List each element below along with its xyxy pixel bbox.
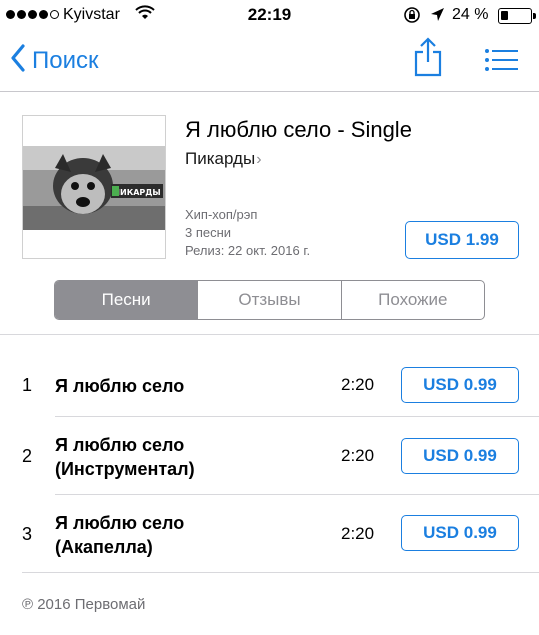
album-genre: Хип-хоп/рэп xyxy=(185,207,258,222)
track-number: 3 xyxy=(22,524,33,544)
track-row[interactable]: 2 Я люблю село (Инструментал) 2:20 USD 0… xyxy=(0,417,539,495)
album-track-count: 3 песни xyxy=(185,225,232,240)
track-title-line1: Я люблю село xyxy=(55,376,185,396)
location-arrow-icon xyxy=(430,7,445,27)
track-number: 2 xyxy=(22,446,33,466)
track-title-line2: (Инструментал) xyxy=(55,459,195,479)
dog-photo-image: ПИКАРДЫ xyxy=(23,116,165,258)
album-artwork[interactable]: ПИКАРДЫ xyxy=(22,115,166,259)
track-price-button[interactable]: USD 0.99 xyxy=(401,515,519,551)
tab-reviews[interactable]: Отзывы xyxy=(197,281,340,319)
tab-related[interactable]: Похожие xyxy=(340,281,484,319)
album-price-button[interactable]: USD 1.99 xyxy=(405,221,519,259)
share-icon xyxy=(412,37,444,82)
rotation-lock-icon xyxy=(403,6,421,29)
album-title: Я люблю село - Single xyxy=(185,117,412,142)
track-title: Я люблю село (Акапелла) xyxy=(55,511,184,559)
back-button-label: Поиск xyxy=(32,46,99,74)
track-row[interactable]: 1 Я люблю село 2:20 USD 0.99 xyxy=(0,349,539,421)
track-number: 1 xyxy=(22,375,33,395)
list-icon xyxy=(484,49,518,76)
track-row[interactable]: 3 Я люблю село (Акапелла) 2:20 USD 0.99 xyxy=(0,495,539,573)
track-title: Я люблю село (Инструментал) xyxy=(55,433,195,481)
row-divider xyxy=(22,572,539,573)
track-title-line2: (Акапелла) xyxy=(55,537,153,557)
track-duration: 2:20 xyxy=(341,524,375,543)
track-title-line1: Я люблю село xyxy=(55,513,185,533)
artist-link[interactable]: Пикарды› xyxy=(185,149,262,169)
chevron-left-icon xyxy=(10,44,26,77)
track-price-button[interactable]: USD 0.99 xyxy=(401,367,519,403)
tab-songs[interactable]: Песни xyxy=(55,281,198,319)
album-release-date: Релиз: 22 окт. 2016 г. xyxy=(185,243,311,258)
status-bar: Kyivstar 22:19 24 % xyxy=(0,0,539,32)
navigation-bar: Поиск xyxy=(0,32,539,92)
track-duration: 2:20 xyxy=(341,375,375,394)
battery-icon xyxy=(498,8,532,24)
track-duration: 2:20 xyxy=(341,446,375,465)
list-button[interactable] xyxy=(484,48,518,77)
track-title-line1: Я люблю село xyxy=(55,435,185,455)
track-price-button[interactable]: USD 0.99 xyxy=(401,438,519,474)
share-button[interactable] xyxy=(412,36,444,83)
battery-cap xyxy=(533,13,536,19)
copyright-text: ℗ 2016 Первомай xyxy=(22,596,146,613)
app-screen: Kyivstar 22:19 24 % Поиск ПИКАРДЫ Я любл… xyxy=(0,0,539,635)
artwork-logo-text: ПИКАРДЫ xyxy=(113,188,160,197)
track-title: Я люблю село xyxy=(55,374,184,398)
chevron-right-icon: › xyxy=(256,151,262,168)
segmented-control: Песни Отзывы Похожие xyxy=(54,280,485,320)
artist-name: Пикарды xyxy=(185,149,256,168)
back-button[interactable]: Поиск xyxy=(10,44,99,77)
section-divider xyxy=(0,334,539,335)
battery-percentage: 24 % xyxy=(452,6,489,23)
